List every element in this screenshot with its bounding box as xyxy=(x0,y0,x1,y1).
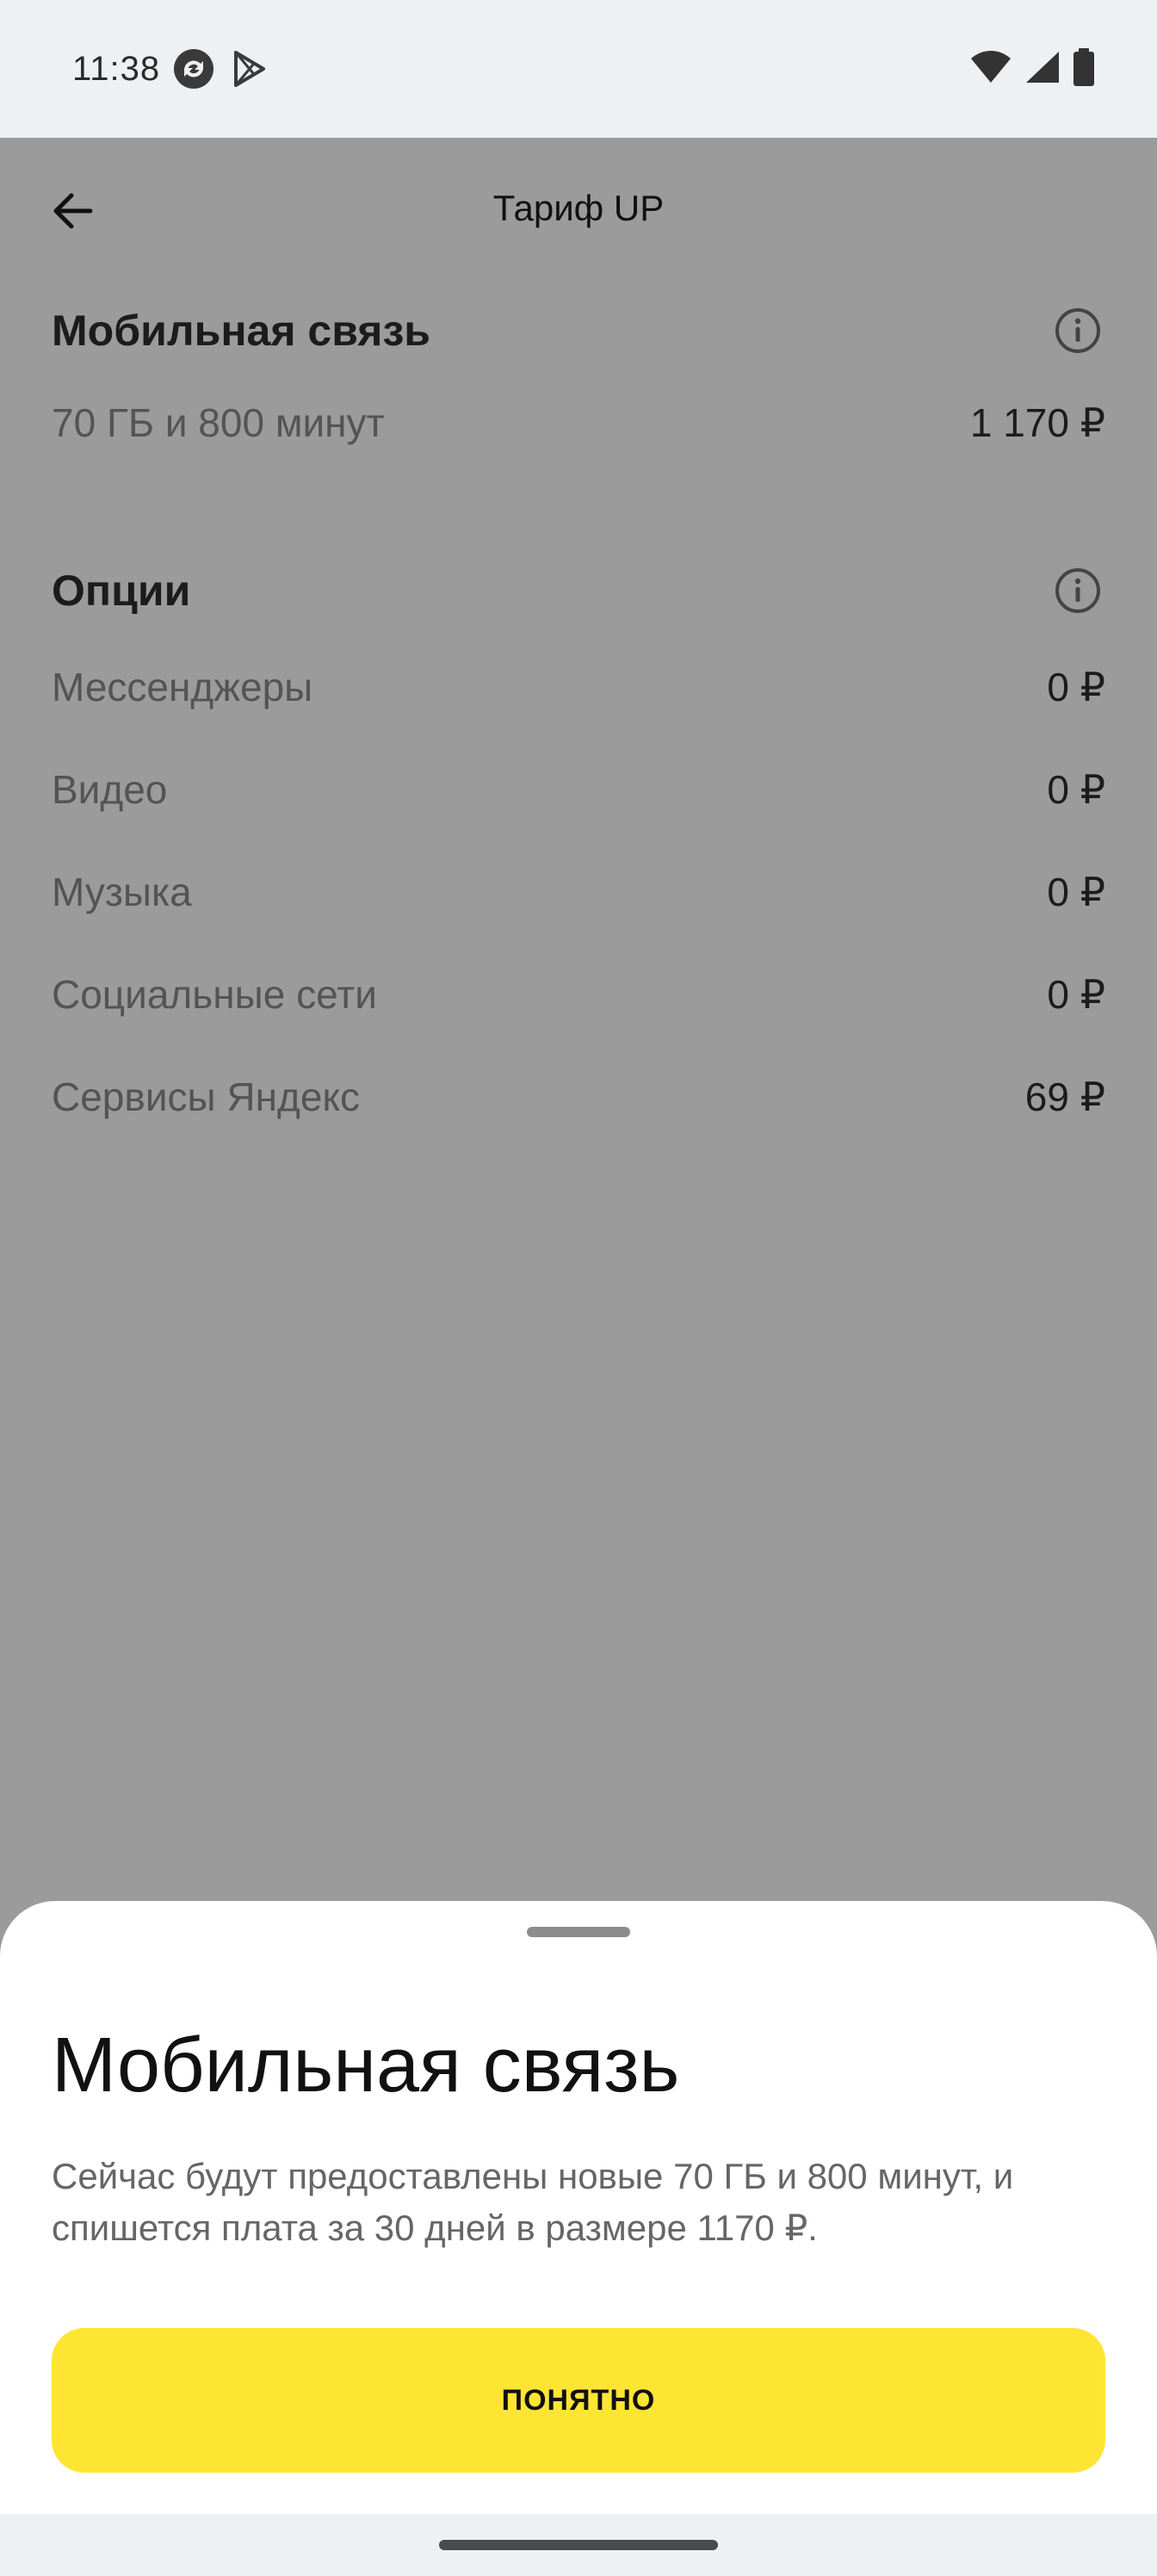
option-row-yandex: Сервисы Яндекс 69 ₽ xyxy=(52,1045,1105,1148)
navigation-bar xyxy=(0,2514,1157,2576)
bottom-sheet: Мобильная связь Сейчас будут предоставле… xyxy=(0,1901,1157,2514)
play-store-icon xyxy=(227,47,270,90)
mobile-row: 70 ГБ и 800 минут 1 170 ₽ xyxy=(52,375,1105,470)
home-gesture-handle[interactable] xyxy=(439,2540,718,2550)
option-label: Мессенджеры xyxy=(52,664,313,709)
wifi-icon xyxy=(971,50,1011,89)
option-price: 69 ₽ xyxy=(1024,1074,1105,1119)
cellular-signal-icon xyxy=(1024,50,1059,89)
option-label: Социальные сети xyxy=(52,971,377,1017)
option-row-messengers: Мессенджеры 0 ₽ xyxy=(52,635,1105,738)
sheet-drag-handle[interactable] xyxy=(527,1927,630,1937)
tariff-screen: Тариф UP Мобильная связь 70 ГБ и 800 мин… xyxy=(0,138,1157,1903)
sheet-description: Сейчас будут предоставлены новые 70 ГБ и… xyxy=(52,2156,1014,2248)
options-section-header: Опции xyxy=(52,546,1105,635)
options-info-button[interactable] xyxy=(1050,563,1105,618)
sheet-title: Мобильная связь xyxy=(52,2022,680,2108)
option-row-social: Социальные сети 0 ₽ xyxy=(52,943,1105,1045)
mobile-info-button[interactable] xyxy=(1050,303,1105,358)
page-title: Тариф UP xyxy=(492,188,665,228)
option-label: Музыка xyxy=(52,869,192,914)
understood-button[interactable]: ПОНЯТНО xyxy=(52,2328,1105,2473)
status-time: 11:38 xyxy=(72,49,161,88)
option-label: Видео xyxy=(52,766,168,812)
option-label: Сервисы Яндекс xyxy=(52,1074,361,1119)
battery-icon xyxy=(1073,47,1095,90)
mobile-row-label: 70 ГБ и 800 минут xyxy=(52,400,385,445)
options-section: Опции Мессенджеры 0 ₽ Видео 0 ₽ Музыка 0… xyxy=(0,546,1157,1148)
mobile-section-title: Мобильная связь xyxy=(52,307,431,355)
option-price: 0 ₽ xyxy=(1047,869,1105,914)
option-row-music: Музыка 0 ₽ xyxy=(52,840,1105,943)
option-row-video: Видео 0 ₽ xyxy=(52,738,1105,840)
option-price: 0 ₽ xyxy=(1047,971,1105,1017)
status-bar-left: 11:38 xyxy=(72,47,270,90)
status-bar-right xyxy=(971,47,1095,90)
status-bar: 11:38 xyxy=(0,0,1157,138)
sync-icon xyxy=(172,47,215,90)
option-price: 0 ₽ xyxy=(1047,766,1105,812)
info-icon xyxy=(1055,568,1100,613)
mobile-section-header: Мобильная связь xyxy=(52,286,1105,375)
app-bar: Тариф UP xyxy=(0,138,1157,281)
mobile-section: Мобильная связь 70 ГБ и 800 минут 1 170 … xyxy=(0,286,1157,470)
info-icon xyxy=(1055,308,1100,353)
option-price: 0 ₽ xyxy=(1047,664,1105,709)
options-section-title: Опции xyxy=(52,567,191,615)
mobile-row-price: 1 170 ₽ xyxy=(969,400,1105,445)
